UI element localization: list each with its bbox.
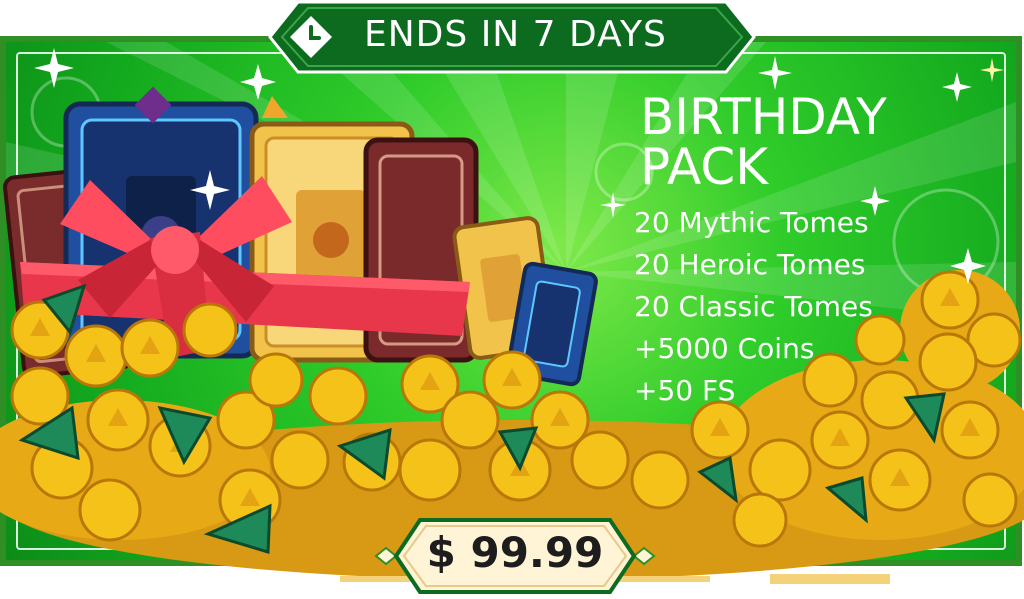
sparkle-icon bbox=[600, 192, 626, 218]
sparkle-icon bbox=[950, 248, 986, 284]
clock-icon bbox=[290, 16, 332, 58]
sparkle-icon bbox=[190, 170, 230, 210]
sparkle-icon bbox=[758, 56, 792, 90]
list-item: +50 FS bbox=[634, 374, 736, 407]
list-item: 20 Classic Tomes bbox=[634, 290, 873, 323]
pack-title: BIRTHDAY PACK bbox=[640, 92, 887, 192]
buy-price-button[interactable]: $ 99.99 bbox=[370, 516, 660, 596]
price-label: $ 99.99 bbox=[426, 528, 604, 577]
sparkle-icon bbox=[980, 58, 1004, 82]
list-item: +5000 Coins bbox=[634, 332, 815, 365]
list-item: 20 Mythic Tomes bbox=[634, 206, 869, 239]
list-item: 20 Heroic Tomes bbox=[634, 248, 866, 281]
pack-title-line1: BIRTHDAY bbox=[640, 88, 887, 146]
pack-contents-list: 20 Mythic Tomes 20 Heroic Tomes 20 Class… bbox=[634, 202, 873, 412]
sparkle-icon bbox=[34, 48, 74, 88]
sparkle-icon bbox=[942, 72, 972, 102]
pack-title-line2: PACK bbox=[640, 138, 768, 196]
timer-label: ENDS IN 7 DAYS bbox=[364, 14, 667, 55]
